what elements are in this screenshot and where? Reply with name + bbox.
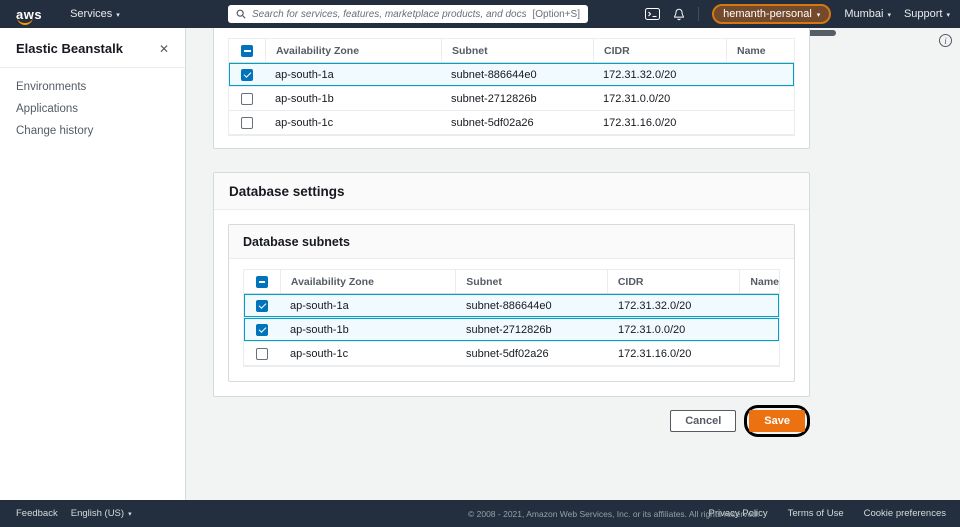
notifications-bell-icon[interactable]: [673, 8, 685, 21]
panel-title: Database settings: [214, 173, 809, 210]
language-menu[interactable]: English (US) ▾: [71, 508, 132, 519]
cell-subnet: subnet-2712826b: [451, 92, 537, 105]
main-content: i Availability Zone Subnet CIDR Name ap-…: [186, 28, 960, 500]
chevron-down-icon: ▾: [946, 11, 950, 19]
sidebar-nav: Environments Applications Change history: [0, 68, 185, 160]
aws-logo[interactable]: aws: [16, 6, 43, 25]
column-header-cidr: CIDR: [593, 39, 726, 62]
services-label: Services: [70, 8, 113, 20]
column-header-subnet: Subnet: [455, 270, 607, 293]
cell-cidr: 172.31.16.0/20: [618, 347, 692, 360]
row-checkbox[interactable]: [241, 116, 253, 129]
close-icon[interactable]: ✕: [159, 42, 169, 56]
chevron-down-icon: ▾: [816, 11, 821, 19]
services-menu[interactable]: Services ▾: [70, 8, 120, 20]
table-row[interactable]: ap-south-1c subnet-5df02a26 172.31.16.0/…: [229, 111, 794, 135]
chevron-down-icon: ▾: [887, 11, 891, 19]
navbar-right: hemanth-personal ▾ Mumbai ▾ Support ▾: [645, 0, 950, 28]
search-input[interactable]: [252, 8, 527, 20]
chevron-down-icon: ▾: [116, 11, 120, 19]
cancel-button[interactable]: Cancel: [670, 410, 737, 432]
language-label: English (US): [70, 508, 125, 519]
sidebar-item-applications[interactable]: Applications: [16, 103, 169, 115]
cell-cidr: 172.31.32.0/20: [618, 299, 692, 312]
database-subnets-panel: Database subnets Availability Zone Subne…: [228, 224, 795, 382]
top-navbar: aws Services ▾ [Option+S] hemanth-person…: [0, 0, 960, 28]
select-all-checkbox[interactable]: [255, 275, 268, 288]
select-all-checkbox[interactable]: [241, 44, 253, 57]
cell-cidr: 172.31.0.0/20: [603, 92, 671, 105]
cookie-preferences-link[interactable]: Cookie preferences: [864, 508, 946, 519]
search-shortcut: [Option+S]: [532, 8, 580, 20]
column-header-subnet: Subnet: [441, 39, 593, 62]
row-checkbox[interactable]: [241, 68, 253, 81]
cell-cidr: 172.31.0.0/20: [618, 323, 686, 336]
cell-az: ap-south-1b: [275, 92, 334, 105]
region-label: Mumbai: [844, 8, 884, 20]
cell-az: ap-south-1c: [275, 116, 334, 129]
table-row[interactable]: ap-south-1b subnet-2712826b 172.31.0.0/2…: [229, 87, 794, 111]
table-row[interactable]: ap-south-1a subnet-886644e0 172.31.32.0/…: [244, 294, 779, 318]
search-icon: [236, 9, 246, 19]
cell-az: ap-south-1a: [290, 299, 349, 312]
cell-subnet: subnet-886644e0: [451, 68, 537, 81]
column-header-az: Availability Zone: [265, 39, 441, 62]
table-row[interactable]: ap-south-1a subnet-886644e0 172.31.32.0/…: [229, 63, 794, 87]
row-checkbox[interactable]: [256, 299, 268, 312]
cell-az: ap-south-1b: [290, 323, 349, 336]
table-row[interactable]: ap-south-1c subnet-5df02a26 172.31.16.0/…: [244, 342, 779, 366]
sidebar-item-change-history[interactable]: Change history: [16, 125, 169, 137]
cell-subnet: subnet-2712826b: [466, 323, 552, 336]
table-header: Availability Zone Subnet CIDR Name: [244, 270, 779, 294]
save-button[interactable]: Save: [749, 410, 805, 432]
support-menu[interactable]: Support ▾: [904, 8, 950, 20]
column-header-az: Availability Zone: [279, 270, 455, 293]
cell-az: ap-south-1c: [290, 347, 349, 360]
cell-subnet: subnet-5df02a26: [451, 116, 534, 129]
cell-subnet: subnet-5df02a26: [466, 347, 549, 360]
save-button-highlight-ring: Save: [744, 405, 810, 437]
cell-subnet: subnet-886644e0: [466, 299, 552, 312]
row-checkbox[interactable]: [256, 323, 268, 336]
column-header-name: Name: [739, 270, 779, 293]
table-header: Availability Zone Subnet CIDR Name: [229, 39, 794, 63]
cloudshell-icon[interactable]: [645, 8, 661, 20]
cell-cidr: 172.31.32.0/20: [603, 68, 677, 81]
column-header-name: Name: [726, 39, 794, 62]
database-subnets-table: Availability Zone Subnet CIDR Name ap-so…: [243, 269, 780, 367]
subnet-table-panel: Availability Zone Subnet CIDR Name ap-so…: [213, 28, 810, 149]
table-row[interactable]: ap-south-1b subnet-2712826b 172.31.0.0/2…: [244, 318, 779, 342]
region-menu[interactable]: Mumbai ▾: [844, 8, 891, 20]
cell-cidr: 172.31.16.0/20: [603, 116, 677, 129]
column-header-cidr: CIDR: [606, 270, 740, 293]
info-icon[interactable]: i: [939, 34, 952, 47]
aws-logo-text: aws: [16, 6, 43, 22]
divider: [698, 7, 700, 21]
feedback-link[interactable]: Feedback: [16, 508, 58, 519]
copyright-text: © 2008 - 2021, Amazon Web Services, Inc.…: [468, 508, 760, 519]
subpanel-title: Database subnets: [229, 225, 794, 259]
account-label: hemanth-personal: [723, 8, 812, 20]
row-checkbox[interactable]: [256, 347, 268, 360]
subnets-table: Availability Zone Subnet CIDR Name ap-so…: [228, 38, 795, 136]
panel-body: Database subnets Availability Zone Subne…: [214, 210, 809, 396]
chevron-down-icon: ▾: [128, 511, 132, 518]
terms-of-use-link[interactable]: Terms of Use: [788, 508, 844, 519]
feedback-label: Feedback: [16, 508, 58, 519]
account-menu[interactable]: hemanth-personal ▾: [712, 4, 832, 24]
form-actions: Cancel Save: [213, 405, 810, 437]
sidebar: Elastic Beanstalk ✕ Environments Applica…: [0, 28, 186, 500]
sidebar-title: Elastic Beanstalk: [16, 41, 123, 56]
sidebar-header: Elastic Beanstalk ✕: [0, 28, 185, 67]
footer: Feedback English (US) ▾ © 2008 - 2021, A…: [0, 500, 960, 527]
support-label: Support: [903, 8, 943, 20]
cell-az: ap-south-1a: [275, 68, 334, 81]
row-checkbox[interactable]: [241, 92, 253, 105]
database-settings-panel: Database settings Database subnets Avail…: [213, 172, 810, 397]
sidebar-item-environments[interactable]: Environments: [16, 81, 169, 93]
global-search: [Option+S]: [228, 5, 588, 23]
